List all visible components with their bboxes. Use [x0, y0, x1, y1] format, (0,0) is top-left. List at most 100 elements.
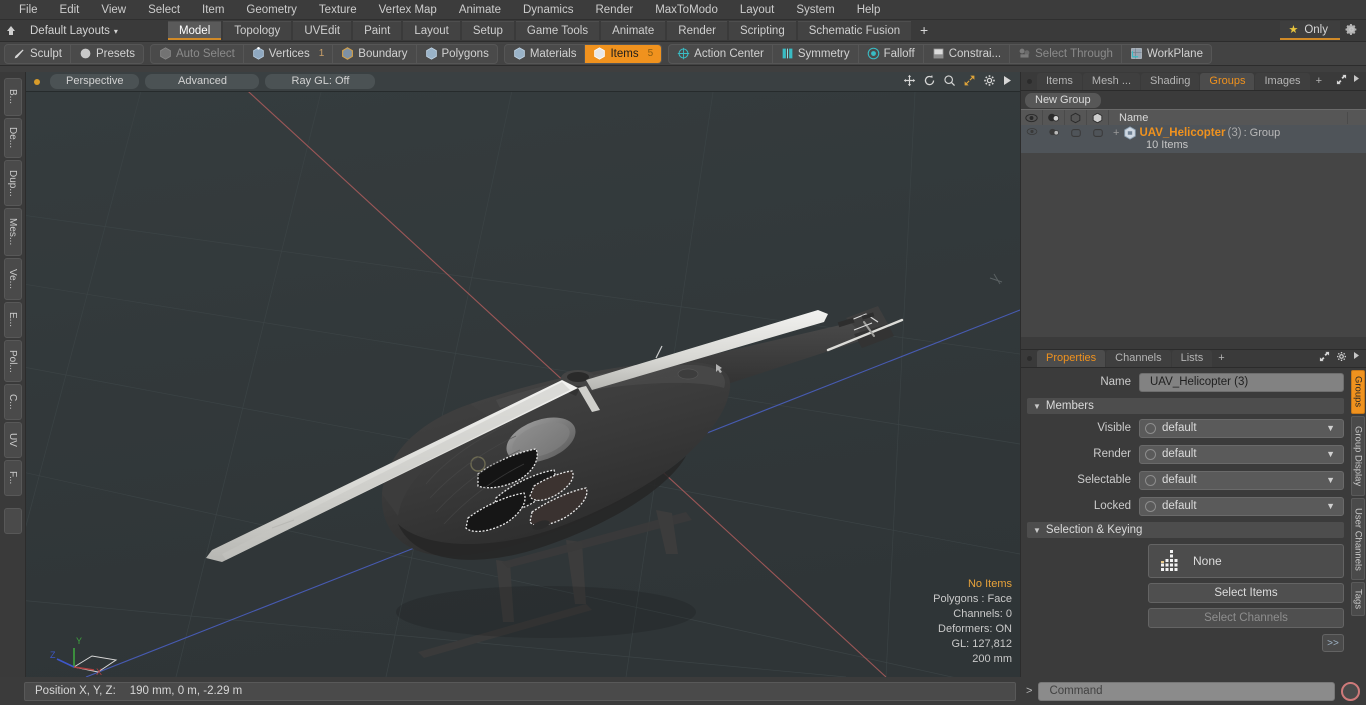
layout-tab-layout[interactable]: Layout — [403, 21, 460, 40]
panel-menu-dot-icon[interactable] — [1027, 79, 1032, 84]
add-panel-tab-button[interactable]: + — [1311, 73, 1327, 90]
menu-item-dynamics[interactable]: Dynamics — [512, 0, 584, 20]
layout-tab-uvedit[interactable]: UVEdit — [293, 21, 352, 40]
menu-item-system[interactable]: System — [785, 0, 845, 20]
group-list-body[interactable]: + UAV_Helicopter (3) : Group 10 Items — [1021, 125, 1366, 337]
tab-images[interactable]: Images — [1255, 73, 1310, 90]
left-tab-uv[interactable]: UV — [3, 422, 22, 458]
layout-tab-animate[interactable]: Animate — [601, 21, 666, 40]
action-center-button[interactable]: Action Center — [669, 44, 773, 63]
menu-item-animate[interactable]: Animate — [448, 0, 512, 20]
name-column-header[interactable]: Name — [1109, 111, 1348, 124]
sculpt-button[interactable]: Sculpt — [5, 44, 71, 63]
constraint-button[interactable]: Constrai... — [924, 44, 1011, 63]
tab-lists[interactable]: Lists — [1171, 350, 1213, 367]
layout-tab-setup[interactable]: Setup — [461, 21, 514, 40]
side-tab-tags[interactable]: Tags — [1351, 582, 1365, 616]
tab-items[interactable]: Items — [1037, 73, 1082, 90]
left-tab-basic[interactable]: B... — [3, 78, 22, 116]
chevron-right-icon[interactable] — [1353, 351, 1360, 365]
items-button[interactable]: Items 5 — [585, 44, 662, 63]
presets-button[interactable]: Presets — [71, 45, 143, 63]
layout-tab-game-tools[interactable]: Game Tools — [515, 21, 600, 40]
symmetry-button[interactable]: Symmetry — [773, 44, 859, 63]
workplane-button[interactable]: WorkPlane — [1122, 45, 1211, 63]
new-group-button[interactable]: New Group — [1025, 92, 1101, 108]
menu-item-layout[interactable]: Layout — [729, 0, 786, 20]
side-tab-user-channels[interactable]: User Channels — [1351, 498, 1365, 580]
only-toggle-button[interactable]: ★ Only — [1280, 21, 1340, 40]
gear-icon[interactable] — [983, 74, 996, 89]
falloff-button[interactable]: Falloff — [859, 44, 924, 63]
left-tab-duplicate[interactable]: Dup... — [3, 160, 22, 206]
name-input[interactable]: UAV_Helicopter (3) — [1139, 372, 1344, 392]
menu-item-edit[interactable]: Edit — [49, 0, 91, 20]
menu-item-file[interactable]: File — [8, 0, 49, 20]
select-icon[interactable] — [1065, 109, 1087, 126]
menu-item-maxtomodo[interactable]: MaxToModo — [644, 0, 729, 20]
tab-groups[interactable]: Groups — [1200, 73, 1255, 90]
default-layouts-dropdown[interactable]: Default Layouts ▾ — [22, 20, 126, 42]
group-list-scrollbar[interactable] — [1021, 337, 1366, 349]
tab-mesh[interactable]: Mesh ... — [1082, 73, 1141, 90]
left-tab-deform[interactable]: De... — [3, 118, 22, 158]
menu-item-vertex-map[interactable]: Vertex Map — [368, 0, 448, 20]
viewport-menu-dot-icon[interactable] — [34, 78, 40, 85]
vertices-button[interactable]: Vertices 1 — [244, 44, 334, 63]
table-row[interactable]: + UAV_Helicopter (3) : Group 10 Items — [1021, 125, 1366, 153]
add-properties-tab-button[interactable]: + — [1213, 350, 1229, 367]
left-tab-mesh-edit[interactable]: Mes... — [3, 208, 22, 256]
expand-icon[interactable] — [1336, 74, 1347, 88]
layout-tab-topology[interactable]: Topology — [223, 21, 292, 40]
render-icon[interactable] — [1043, 109, 1065, 126]
visible-dropdown[interactable]: default ▼ — [1139, 418, 1344, 438]
row-render-toggle[interactable] — [1043, 125, 1065, 153]
play-arrow-icon[interactable] — [1003, 75, 1012, 88]
viewport-shading-dropdown[interactable]: Advanced — [145, 74, 260, 89]
add-layout-tab-button[interactable]: + — [913, 21, 935, 40]
layout-tab-model[interactable]: Model — [167, 21, 222, 40]
zoom-icon[interactable] — [943, 74, 956, 89]
menu-item-geometry[interactable]: Geometry — [235, 0, 308, 20]
side-tab-groups[interactable]: Groups — [1351, 370, 1365, 414]
menu-item-help[interactable]: Help — [846, 0, 892, 20]
left-tab-curve[interactable]: C... — [3, 384, 22, 420]
members-section-header[interactable]: ▼ Members — [1027, 398, 1344, 414]
left-tab-polygon[interactable]: Pol... — [3, 340, 22, 382]
select-items-button[interactable]: Select Items — [1148, 583, 1344, 603]
gear-icon[interactable] — [1336, 351, 1347, 365]
layout-tab-render[interactable]: Render — [667, 21, 727, 40]
left-tab-fusion[interactable]: F... — [3, 460, 22, 496]
move-icon[interactable] — [903, 74, 916, 89]
left-tab-extra[interactable] — [3, 508, 22, 534]
row-name-cell[interactable]: + UAV_Helicopter (3) : Group 10 Items — [1109, 125, 1348, 151]
viewport-3d-canvas[interactable]: Y Z X No Items Polygons : Face Channels:… — [26, 92, 1020, 677]
selection-keying-section-header[interactable]: ▼ Selection & Keying — [1027, 522, 1344, 538]
polygons-button[interactable]: Polygons — [417, 45, 497, 63]
rotate-icon[interactable] — [923, 74, 936, 89]
row-eye-toggle[interactable] — [1021, 125, 1043, 153]
expand-icon[interactable] — [1319, 351, 1330, 365]
left-tab-vertex[interactable]: Ve... — [3, 258, 22, 300]
boundary-button[interactable]: Boundary — [333, 44, 417, 63]
tab-properties[interactable]: Properties — [1037, 350, 1106, 367]
menu-item-select[interactable]: Select — [137, 0, 191, 20]
tab-shading[interactable]: Shading — [1141, 73, 1200, 90]
chevron-right-icon[interactable] — [1353, 74, 1360, 88]
render-dropdown[interactable]: default ▼ — [1139, 444, 1344, 464]
eye-icon[interactable] — [1021, 109, 1043, 126]
selection-set-dropdown[interactable]: None — [1148, 544, 1344, 578]
select-channels-button[interactable]: Select Channels — [1148, 608, 1344, 628]
selectable-dropdown[interactable]: default ▼ — [1139, 470, 1344, 490]
command-input[interactable]: Command — [1038, 681, 1335, 701]
properties-menu-dot-icon[interactable] — [1027, 356, 1032, 361]
fit-icon[interactable] — [963, 74, 976, 89]
layout-tab-scripting[interactable]: Scripting — [728, 21, 796, 40]
locked-dropdown[interactable]: default ▼ — [1139, 496, 1344, 516]
goto-button[interactable]: >> — [1322, 634, 1344, 652]
menu-item-texture[interactable]: Texture — [308, 0, 368, 20]
row-select-toggle[interactable] — [1065, 125, 1087, 153]
viewport-projection-dropdown[interactable]: Perspective — [50, 74, 140, 89]
materials-button[interactable]: Materials — [505, 44, 586, 63]
layout-tab-paint[interactable]: Paint — [353, 21, 402, 40]
